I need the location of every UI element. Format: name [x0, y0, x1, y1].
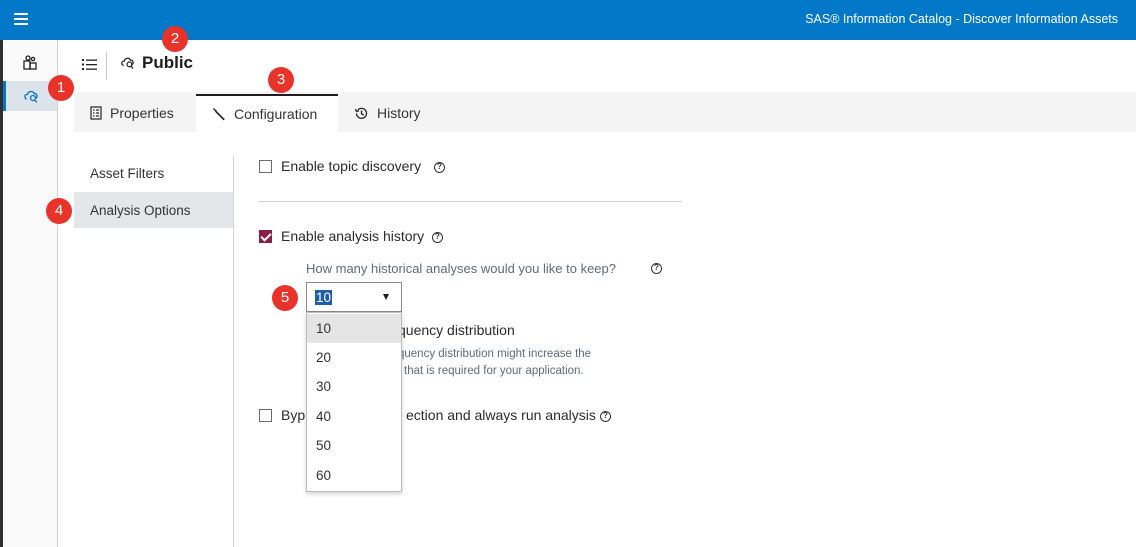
cloud-search-icon [121, 57, 134, 69]
page-header: Public [74, 40, 1136, 92]
frequency-distribution-label: quency distribution [398, 322, 515, 338]
dropdown-option[interactable]: 50 [307, 431, 401, 460]
page-title: Public [142, 53, 194, 72]
cloud-search-icon [23, 90, 38, 103]
catalog-icon [23, 55, 37, 70]
tab-history[interactable]: History [354, 94, 421, 132]
tab-properties-label: Properties [110, 105, 174, 121]
history-icon [354, 107, 368, 119]
frequency-note-line1: quency distribution might increase the [398, 348, 592, 360]
section-divider [258, 201, 682, 202]
dropdown-option[interactable]: 10 [307, 314, 401, 343]
bypass-label-suffix: ection and always run analysis [406, 407, 596, 423]
dropdown-arrow-icon [383, 294, 389, 300]
analysis-history-label: Enable analysis history [281, 228, 425, 244]
wrench-icon [213, 108, 225, 121]
callout-badge: 3 [268, 67, 294, 93]
subnav-analysis-options[interactable]: Analysis Options [74, 192, 233, 228]
topic-discovery-label: Enable topic discovery [281, 158, 422, 174]
dropdown-option[interactable]: 20 [307, 343, 401, 372]
subnav-asset-filters[interactable]: Asset Filters [74, 155, 233, 191]
tab-bar: Properties Configuration History [74, 92, 1136, 132]
topic-discovery-checkbox[interactable] [259, 160, 272, 173]
left-rail [0, 40, 58, 547]
rail-catalog-button[interactable] [3, 48, 57, 78]
help-icon[interactable]: ? [651, 263, 662, 274]
list-toggle-icon[interactable] [82, 58, 98, 71]
bypass-label-prefix: Byp [281, 407, 306, 423]
dropdown-option[interactable]: 40 [307, 402, 401, 431]
callout-badge: 2 [162, 26, 188, 52]
hamburger-menu-icon[interactable] [14, 13, 28, 25]
dropdown-option[interactable]: 30 [307, 372, 401, 401]
bypass-checkbox[interactable] [259, 409, 272, 422]
callout-badge: 4 [46, 198, 72, 224]
frequency-note-line2: that is required for your application. [404, 365, 584, 377]
dropdown-option[interactable]: 60 [307, 461, 401, 490]
history-count-dropdown: 10 20 30 40 50 60 [306, 312, 402, 492]
rail-edge [0, 40, 3, 547]
help-icon[interactable]: ? [432, 232, 443, 243]
subnav-divider [233, 156, 234, 547]
app-title: SAS® Information Catalog - Discover Info… [805, 12, 1118, 26]
header-separator [106, 52, 107, 80]
callout-badge: 5 [272, 285, 298, 311]
history-count-question: How many historical analyses would you l… [306, 261, 616, 276]
help-icon[interactable]: ? [434, 162, 445, 173]
analysis-history-checkbox[interactable] [259, 230, 272, 243]
tab-configuration-label: Configuration [234, 106, 318, 122]
select-value: 10 [315, 290, 333, 305]
tab-properties[interactable]: Properties [90, 94, 174, 132]
tab-configuration[interactable]: Configuration [196, 94, 338, 132]
tab-history-label: History [377, 105, 421, 121]
help-icon[interactable]: ? [600, 411, 611, 422]
callout-badge: 1 [48, 75, 74, 101]
history-count-select[interactable]: 10 [306, 282, 402, 312]
properties-icon [90, 106, 102, 120]
